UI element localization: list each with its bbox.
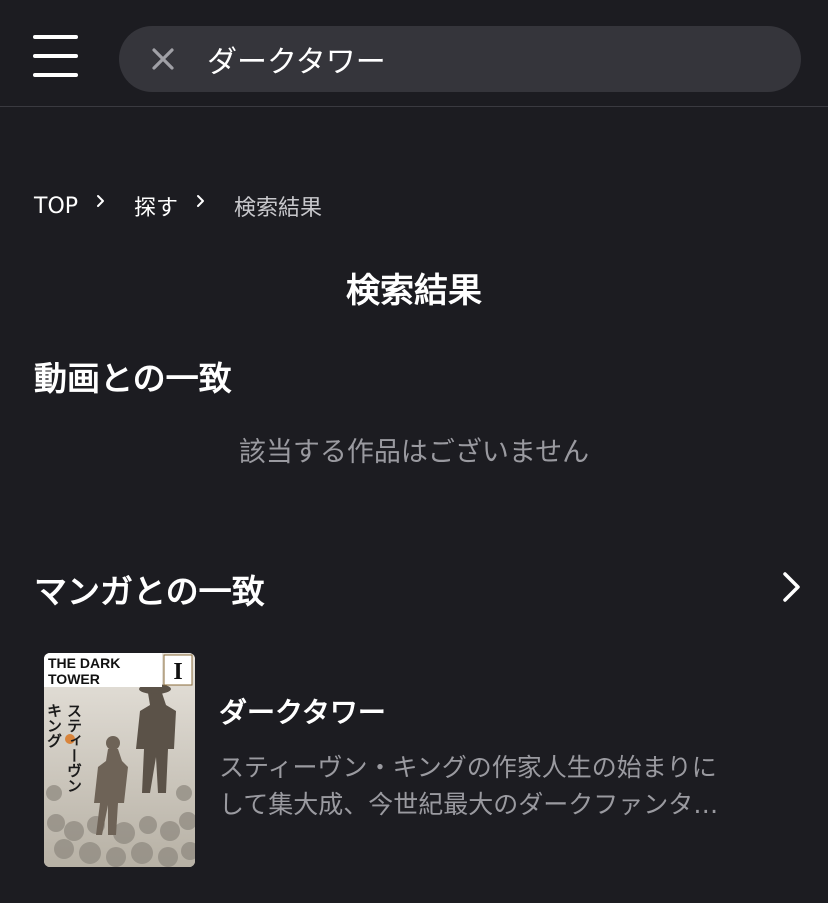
app-header xyxy=(0,0,828,107)
manga-description: スティーヴン・キングの作家人生の始まりにして集大成、今世紀最大のダークファンタジ… xyxy=(219,753,719,819)
breadcrumb-item-search[interactable]: 探す xyxy=(134,190,178,222)
search-input[interactable] xyxy=(207,34,777,84)
page-title: 検索結果 xyxy=(346,271,482,311)
manga-match-heading: マンガとの一致 xyxy=(34,572,265,611)
chevron-right-icon xyxy=(92,192,120,212)
chevron-right-icon[interactable] xyxy=(778,570,806,604)
menu-bar xyxy=(33,35,78,39)
video-empty-message: 該当する作品はございません xyxy=(238,437,590,468)
cover-volume-number: I xyxy=(173,659,182,685)
breadcrumb-item-results: 検索結果 xyxy=(234,196,323,221)
breadcrumb: TOP 探す 検索結果 xyxy=(34,190,322,222)
breadcrumb-item-top[interactable]: TOP xyxy=(34,194,78,219)
manga-result-card[interactable]: THE DARK TOWER I キング スティーヴン ダークタワー スティーヴ… xyxy=(44,653,744,867)
cover-author-katakana-2: スティーヴン xyxy=(65,703,83,793)
manga-cover-image: THE DARK TOWER I キング スティーヴン xyxy=(44,653,195,867)
cover-title-line-1: THE DARK xyxy=(48,655,120,671)
cover-title-line-2: TOWER xyxy=(48,671,100,687)
chevron-right-icon xyxy=(192,192,220,212)
menu-bar xyxy=(33,73,78,77)
cover-author-katakana-1: キング xyxy=(45,703,63,748)
menu-bar xyxy=(33,54,78,58)
manga-title: ダークタワー xyxy=(219,696,386,729)
close-icon[interactable] xyxy=(149,45,177,73)
search-bar xyxy=(119,26,801,92)
video-match-heading: 動画との一致 xyxy=(34,359,232,398)
hamburger-menu-icon[interactable] xyxy=(33,35,78,78)
